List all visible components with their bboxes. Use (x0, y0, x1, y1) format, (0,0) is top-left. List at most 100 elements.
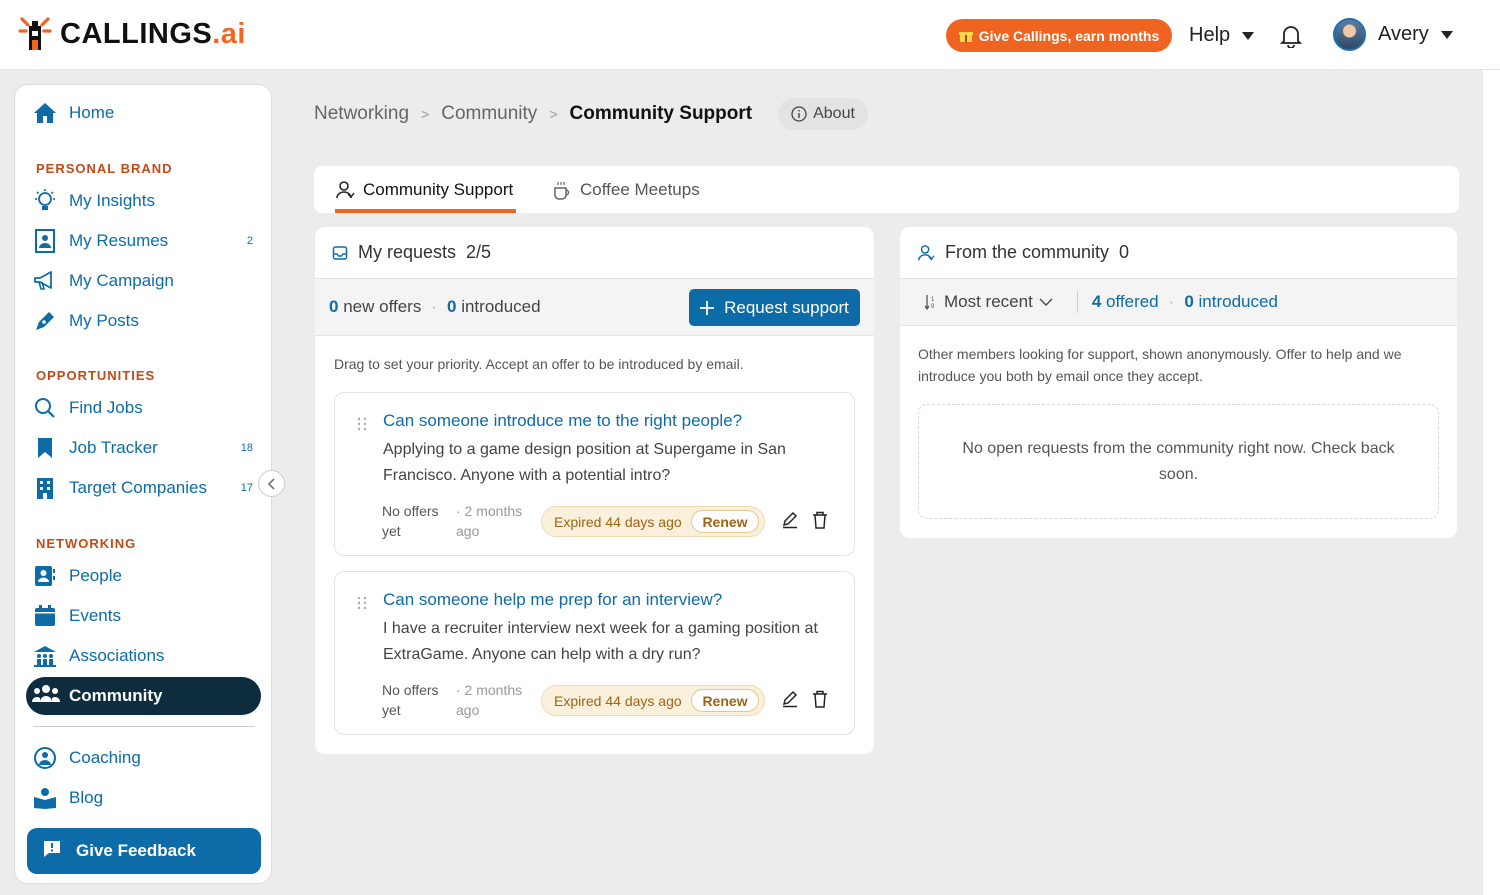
chevron-down-icon (1242, 31, 1255, 40)
sidebar-item-blog[interactable]: Blog (33, 783, 253, 813)
request-description: I have a recruiter interview next week f… (383, 620, 818, 663)
sidebar-item-my-posts[interactable]: My Posts (33, 306, 253, 336)
sidebar-item-target-companies[interactable]: Target Companies 17 (33, 473, 253, 503)
resume-icon (33, 229, 57, 253)
give-callings-button[interactable]: Give Callings, earn months (946, 19, 1172, 52)
sidebar-item-home[interactable]: Home (33, 98, 253, 128)
support-people-icon (918, 244, 935, 260)
my-requests-header: My requests 2/5 (315, 227, 874, 279)
drag-handle-icon[interactable] (357, 417, 367, 431)
expired-badge: Expired 44 days ago Renew (541, 685, 765, 716)
offers-status: No offers yet (382, 682, 439, 718)
breadcrumb: Networking > Community > Community Suppo… (314, 98, 868, 130)
resumes-count-badge: 2 (246, 235, 253, 247)
help-menu[interactable]: Help (1189, 24, 1255, 47)
request-description: Applying to a game design position at Su… (383, 441, 786, 484)
offers-status: No offers yet (382, 503, 439, 539)
logo-text: CALLINGS.ai (60, 17, 246, 50)
about-button[interactable]: About (778, 98, 868, 130)
sidebar-item-my-insights[interactable]: My Insights (33, 186, 253, 216)
logo[interactable]: CALLINGS.ai (18, 16, 246, 52)
inbox-icon (332, 245, 348, 260)
request-age: · 2 months ago (456, 682, 523, 718)
coffee-cup-icon (554, 181, 570, 200)
tab-community-support[interactable]: Community Support (335, 166, 516, 213)
sidebar-item-my-campaign[interactable]: My Campaign (33, 266, 253, 296)
community-group-icon (32, 684, 60, 709)
info-icon (791, 106, 807, 122)
section-networking: NETWORKING (36, 536, 137, 551)
trash-icon[interactable] (812, 690, 828, 708)
request-age: · 2 months ago (456, 503, 523, 539)
svg-text:1: 1 (931, 297, 935, 303)
request-card[interactable]: Can someone introduce me to the right pe… (334, 392, 855, 556)
sidebar-item-job-tracker[interactable]: Job Tracker 18 (33, 433, 253, 463)
section-opportunities: OPPORTUNITIES (36, 368, 156, 383)
sidebar-item-community[interactable]: Community (26, 677, 261, 715)
bell-icon[interactable] (1279, 24, 1303, 53)
sidebar-item-events[interactable]: Events (33, 601, 253, 631)
my-requests-panel: My requests 2/5 0 new offers · 0 introdu… (315, 227, 874, 754)
edit-icon[interactable] (781, 690, 799, 708)
bookmark-icon (33, 436, 57, 460)
scrollbar[interactable] (1483, 70, 1500, 895)
community-description: Other members looking for support, shown… (918, 346, 1402, 384)
chevron-down-icon (1440, 30, 1453, 39)
request-title[interactable]: Can someone introduce me to the right pe… (383, 411, 742, 431)
section-personal-brand: PERSONAL BRAND (36, 161, 173, 176)
sidebar-divider (33, 726, 255, 727)
community-count: 0 (1119, 242, 1130, 262)
support-people-icon (336, 180, 355, 198)
breadcrumb-current: Community Support (569, 103, 753, 124)
empty-state: No open requests from the community righ… (918, 404, 1439, 519)
collapse-sidebar-button[interactable] (258, 470, 285, 497)
job-tracker-count-badge: 18 (240, 442, 253, 454)
feedback-icon (43, 840, 61, 863)
sort-icon: 19 (924, 295, 935, 310)
sidebar-item-associations[interactable]: Associations (33, 641, 253, 671)
requests-hint: Drag to set your priority. Accept an off… (334, 356, 744, 372)
requests-stats-bar: 0 new offers · 0 introduced Request supp… (315, 279, 874, 336)
chevron-left-icon (267, 477, 275, 490)
plus-icon (700, 300, 715, 315)
sidebar-item-find-jobs[interactable]: Find Jobs (33, 393, 253, 423)
building-icon (33, 476, 57, 500)
coaching-icon (33, 746, 57, 770)
sidebar-item-people[interactable]: People (33, 561, 253, 591)
breadcrumb-networking[interactable]: Networking (314, 103, 409, 125)
home-icon (33, 101, 57, 125)
expired-badge: Expired 44 days ago Renew (541, 506, 765, 537)
breadcrumb-community[interactable]: Community (441, 103, 537, 125)
sidebar-item-my-resumes[interactable]: My Resumes 2 (33, 226, 253, 256)
megaphone-icon (33, 269, 57, 293)
gift-icon (958, 31, 973, 42)
sidebar-item-coaching[interactable]: Coaching (33, 743, 253, 773)
request-support-button[interactable]: Request support (689, 289, 860, 326)
reader-icon (33, 786, 57, 810)
institution-icon (33, 644, 57, 668)
community-stats-bar: 19 Most recent 4 offered · 0 introduced (900, 279, 1457, 326)
svg-text:9: 9 (931, 304, 935, 310)
give-feedback-button[interactable]: Give Feedback (27, 828, 261, 874)
avatar (1333, 18, 1366, 51)
edit-icon[interactable] (781, 511, 799, 529)
community-panel: From the community 0 19 Most recent 4 of… (900, 227, 1457, 538)
tab-coffee-meetups[interactable]: Coffee Meetups (552, 166, 700, 213)
pen-icon (33, 309, 57, 333)
sort-dropdown[interactable]: 19 Most recent (924, 292, 1053, 312)
chevron-right-icon: > (421, 106, 430, 122)
calendar-icon (33, 604, 57, 628)
renew-button[interactable]: Renew (691, 689, 759, 712)
search-icon (33, 396, 57, 420)
drag-handle-icon[interactable] (357, 596, 367, 610)
lighthouse-logo-icon (18, 17, 52, 50)
tab-bar: Community Support Coffee Meetups (314, 166, 1459, 213)
community-panel-header: From the community 0 (900, 227, 1457, 279)
chevron-right-icon: > (549, 106, 558, 122)
user-menu[interactable]: Avery (1333, 18, 1453, 51)
renew-button[interactable]: Renew (691, 510, 759, 533)
trash-icon[interactable] (812, 511, 828, 529)
contact-card-icon (33, 564, 57, 588)
request-card[interactable]: Can someone help me prep for an intervie… (334, 571, 855, 735)
request-title[interactable]: Can someone help me prep for an intervie… (383, 590, 722, 610)
